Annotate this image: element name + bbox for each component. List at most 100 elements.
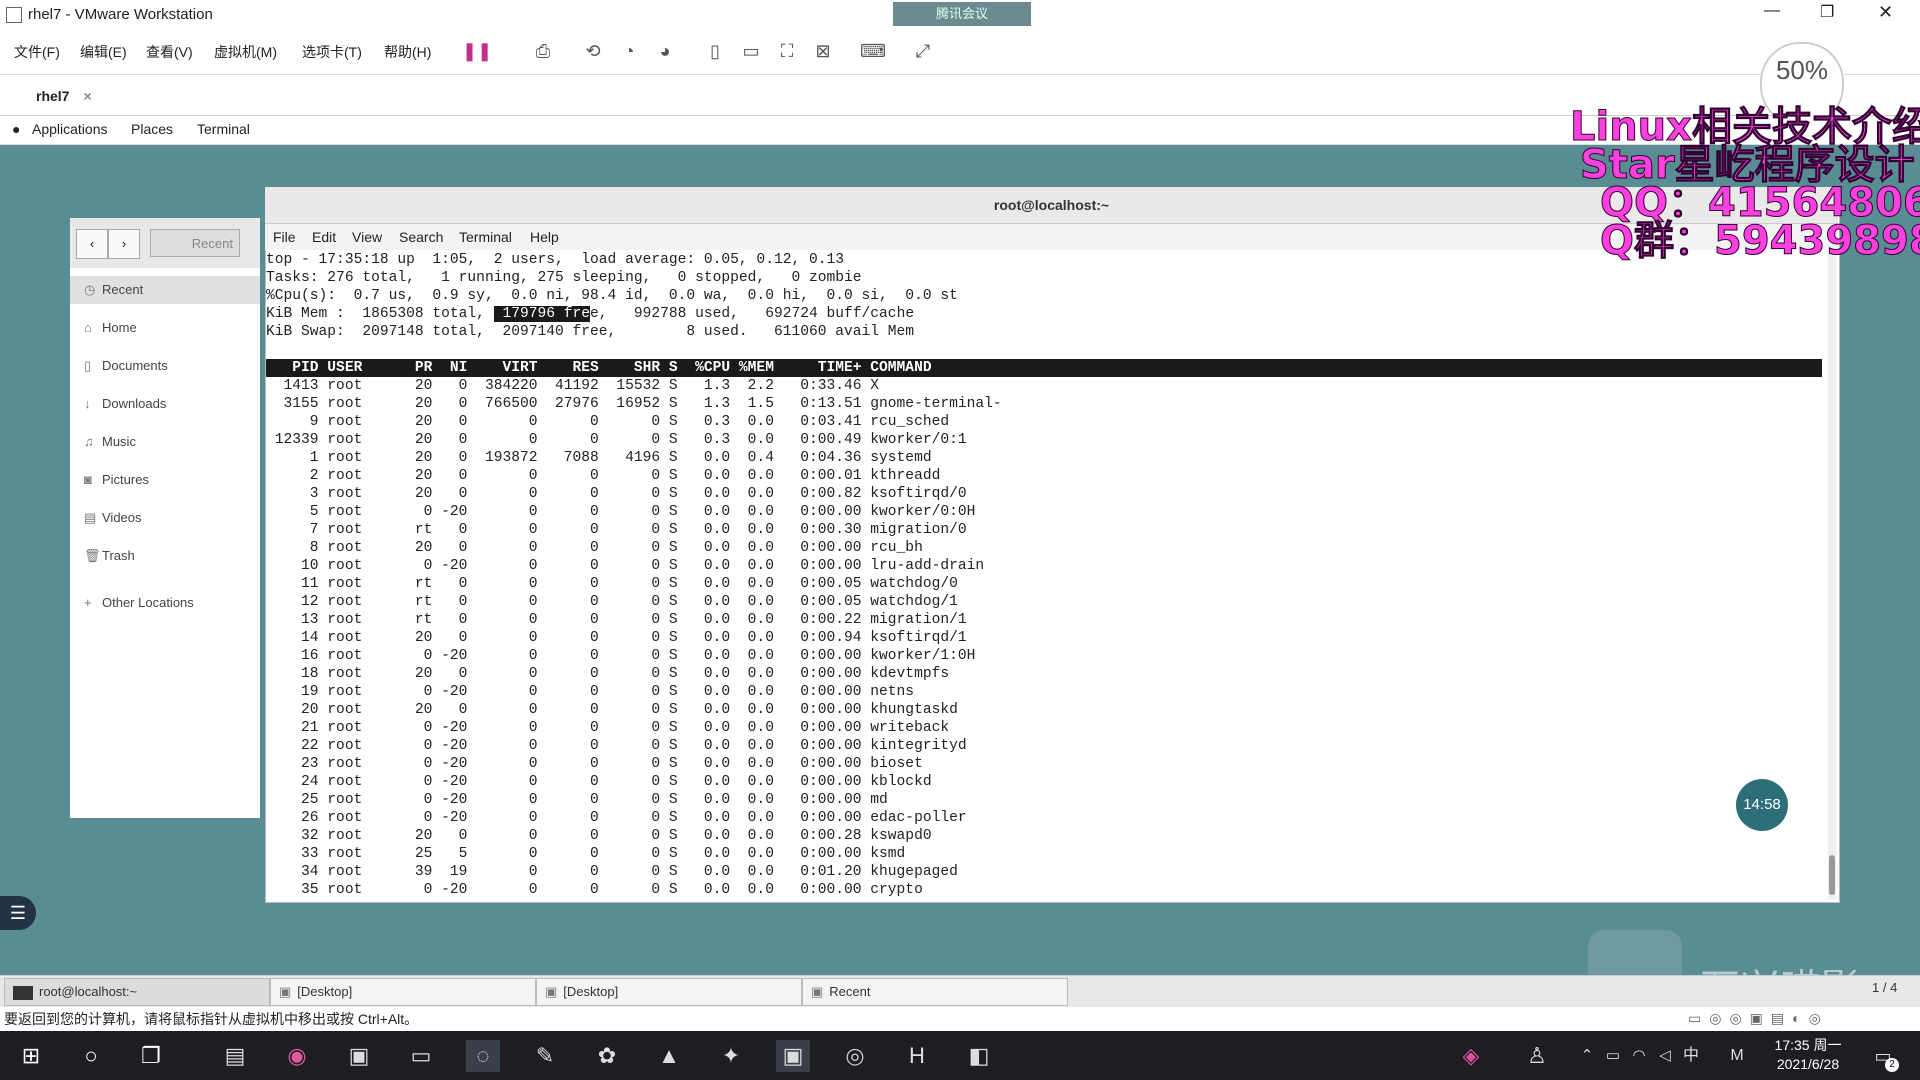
meeting-indicator[interactable]: 腾讯会议 [893,2,1031,26]
snail-app-icon[interactable]: ◎ [838,1040,872,1072]
top-summary-mem: KiB Mem : 1865308 total, 179796 free, 99… [266,305,1822,323]
menu-vm[interactable]: 虚拟机(M) [214,42,277,62]
places-menu[interactable]: Places [131,121,173,137]
snapshot-icon[interactable]: ⟲ [580,40,606,62]
watermark-line4: Q群：594398984 [1600,218,1920,265]
taskbar-item-terminal[interactable]: root@localhost:~ [4,978,270,1006]
back-button[interactable]: ‹ [76,229,108,259]
menu-view[interactable]: 查看(V) [146,42,193,62]
task-view-icon[interactable]: ❐ [134,1040,168,1072]
send-keys-icon[interactable]: ⎙ [530,40,556,62]
fullscreen-icon[interactable]: ⛶ [774,40,800,62]
notepad-icon[interactable]: ✎ [528,1040,562,1072]
process-row: 5 root 0 -20 0 0 0 S 0.0 0.0 0:00.00 kwo… [266,504,976,520]
process-row: 12339 root 20 0 0 0 0 S 0.3 0.0 0:00.49 … [266,432,967,448]
menu-help[interactable]: 帮助(H) [384,42,431,62]
terminal-output[interactable]: top - 17:35:18 up 1:05, 2 users, load av… [266,251,1822,899]
close-icon[interactable]: ✕ [1878,2,1893,23]
vmware-app-icon [6,7,22,23]
applications-menu[interactable]: Applications [32,121,108,137]
close-tab-icon[interactable]: × [83,88,91,104]
taskbar-label: root@localhost:~ [39,984,138,999]
sidebar-item-recent[interactable]: ◷ Recent [70,276,260,304]
device-status-icons[interactable]: ▭◎◎▣▤◐◎ [1688,1010,1829,1027]
camera-icon: ◙ [84,472,92,487]
thumbnail-bar-icon[interactable]: ▭ [738,40,764,62]
taskbar-item-desktop-1[interactable]: ▣ [Desktop] [270,978,536,1006]
bottle-app-icon[interactable]: ◧ [962,1040,996,1072]
sidebar-item-downloads[interactable]: ↓ Downloads [84,390,254,418]
process-row: 13 root rt 0 0 0 0 S 0.0 0.0 0:00.22 mig… [266,612,967,628]
cmd-icon[interactable]: ▭ [404,1040,438,1072]
process-row: 12 root rt 0 0 0 0 S 0.0 0.0 0:00.05 wat… [266,594,958,610]
process-row: 10 root 0 -20 0 0 0 S 0.0 0.0 0:00.00 lr… [266,558,985,574]
console-icon[interactable]: ⌨ [860,40,886,62]
vmware-taskbar-icon[interactable]: ▣ [776,1040,810,1072]
stretch-icon[interactable]: ⤢ [910,40,936,62]
mem-free-selection: 179796 fre [493,306,591,322]
taskbar-item-recent[interactable]: ▣ Recent [802,978,1068,1006]
forward-button[interactable]: › [108,229,140,259]
restore-icon[interactable]: ❐ [1820,2,1834,22]
terminal-menu-search[interactable]: Search [399,229,443,245]
sidebar-item-documents[interactable]: ▯ Documents [84,352,254,380]
terminal-menu-file[interactable]: File [273,229,296,245]
process-row: 2 root 20 0 0 0 0 S 0.0 0.0 0:00.01 kthr… [266,468,941,484]
h-app-icon[interactable]: H [900,1040,934,1072]
process-row: 18 root 20 0 0 0 0 S 0.0 0.0 0:00.00 kde… [266,666,950,682]
process-row: 24 root 0 -20 0 0 0 S 0.0 0.0 0:00.00 kb… [266,774,932,790]
browser-icon[interactable]: ◉ [280,1040,314,1072]
windows-start-icon[interactable]: ⊞ [14,1040,48,1072]
mem-rest: e, 992788 used, 692724 buff/cache [590,306,915,322]
minimize-icon[interactable]: — [1764,2,1780,20]
vmware-status-bar: 要返回到您的计算机，请将鼠标指针从虚拟机中移出或按 Ctrl+Alt。 [0,1007,1920,1031]
sidebar-item-other-locations[interactable]: + Other Locations [84,589,254,617]
elapsed-time-bubble[interactable]: 14:58 [1736,779,1788,831]
unity-icon[interactable]: ⊠ [810,40,836,62]
taskbar-clock[interactable]: 17:35 周一 2021/6/28 [1768,1036,1848,1074]
sidebar-item-pictures[interactable]: ◙ Pictures [84,466,254,494]
people-icon[interactable]: ♙ [1520,1040,1554,1072]
pause-icon[interactable]: ❚❚ [462,40,492,62]
tray-app-icon[interactable]: ◈ [1454,1040,1488,1072]
tab-rhel7[interactable]: rhel7 × [10,88,92,104]
terminal-scroll-thumb[interactable] [1829,855,1835,895]
ime-indicator[interactable]: 中 [1674,1040,1708,1072]
menu-tabs[interactable]: 选项卡(T) [302,42,362,62]
search-circle-icon[interactable]: ○ [74,1040,108,1072]
menu-file[interactable]: 文件(F) [14,42,60,62]
terminal-menu[interactable]: Terminal [197,121,250,137]
snapshot-restore-icon[interactable]: ◔ [616,40,642,62]
terminal-scrollbar[interactable] [1828,251,1836,899]
list-menu-icon[interactable]: ☰ [0,896,36,930]
taskbar-item-desktop-2[interactable]: ▣ [Desktop] [536,978,802,1006]
terminal-menu-help[interactable]: Help [530,229,559,245]
file-explorer-icon[interactable]: ▤ [218,1040,252,1072]
download-icon: ↓ [84,396,91,411]
snapshot-manager-icon[interactable]: ◕ [652,40,678,62]
sidebar-item-music[interactable]: ♫ Music [84,428,254,456]
folder-icon: ▣ [811,984,824,999]
photo-app-icon[interactable]: ▲ [652,1040,686,1072]
sidebar-item-videos[interactable]: ▤ Videos [84,504,254,532]
status-message: 要返回到您的计算机，请将鼠标指针从虚拟机中移出或按 Ctrl+Alt。 [4,1011,419,1027]
process-row: 23 root 0 -20 0 0 0 S 0.0 0.0 0:00.00 bi… [266,756,923,772]
vmware-menubar [0,30,1920,75]
path-recent-button[interactable]: Recent [150,229,240,257]
game-app-icon[interactable]: ✦ [714,1040,748,1072]
sidebar-item-home[interactable]: ⌂ Home [84,314,254,342]
process-row: 26 root 0 -20 0 0 0 S 0.0 0.0 0:00.00 ed… [266,810,967,826]
cluster-app-icon[interactable]: ✿ [590,1040,624,1072]
sidebar-label: Pictures [102,472,149,487]
search-app-icon[interactable]: ◌ [466,1040,500,1072]
workspace-indicator[interactable]: 1 / 4 [1872,980,1897,995]
menu-edit[interactable]: 编辑(E) [80,42,127,62]
sidebar-toggle-icon[interactable]: ▯ [702,40,728,62]
sidebar-label: Downloads [102,396,167,411]
m-tray-icon[interactable]: M [1720,1040,1754,1072]
store-icon[interactable]: ▣ [342,1040,376,1072]
terminal-menu-view[interactable]: View [352,229,382,245]
terminal-menu-terminal[interactable]: Terminal [459,229,512,245]
sidebar-item-trash[interactable]: 🗑Trash [84,542,254,570]
terminal-menu-edit[interactable]: Edit [312,229,336,245]
